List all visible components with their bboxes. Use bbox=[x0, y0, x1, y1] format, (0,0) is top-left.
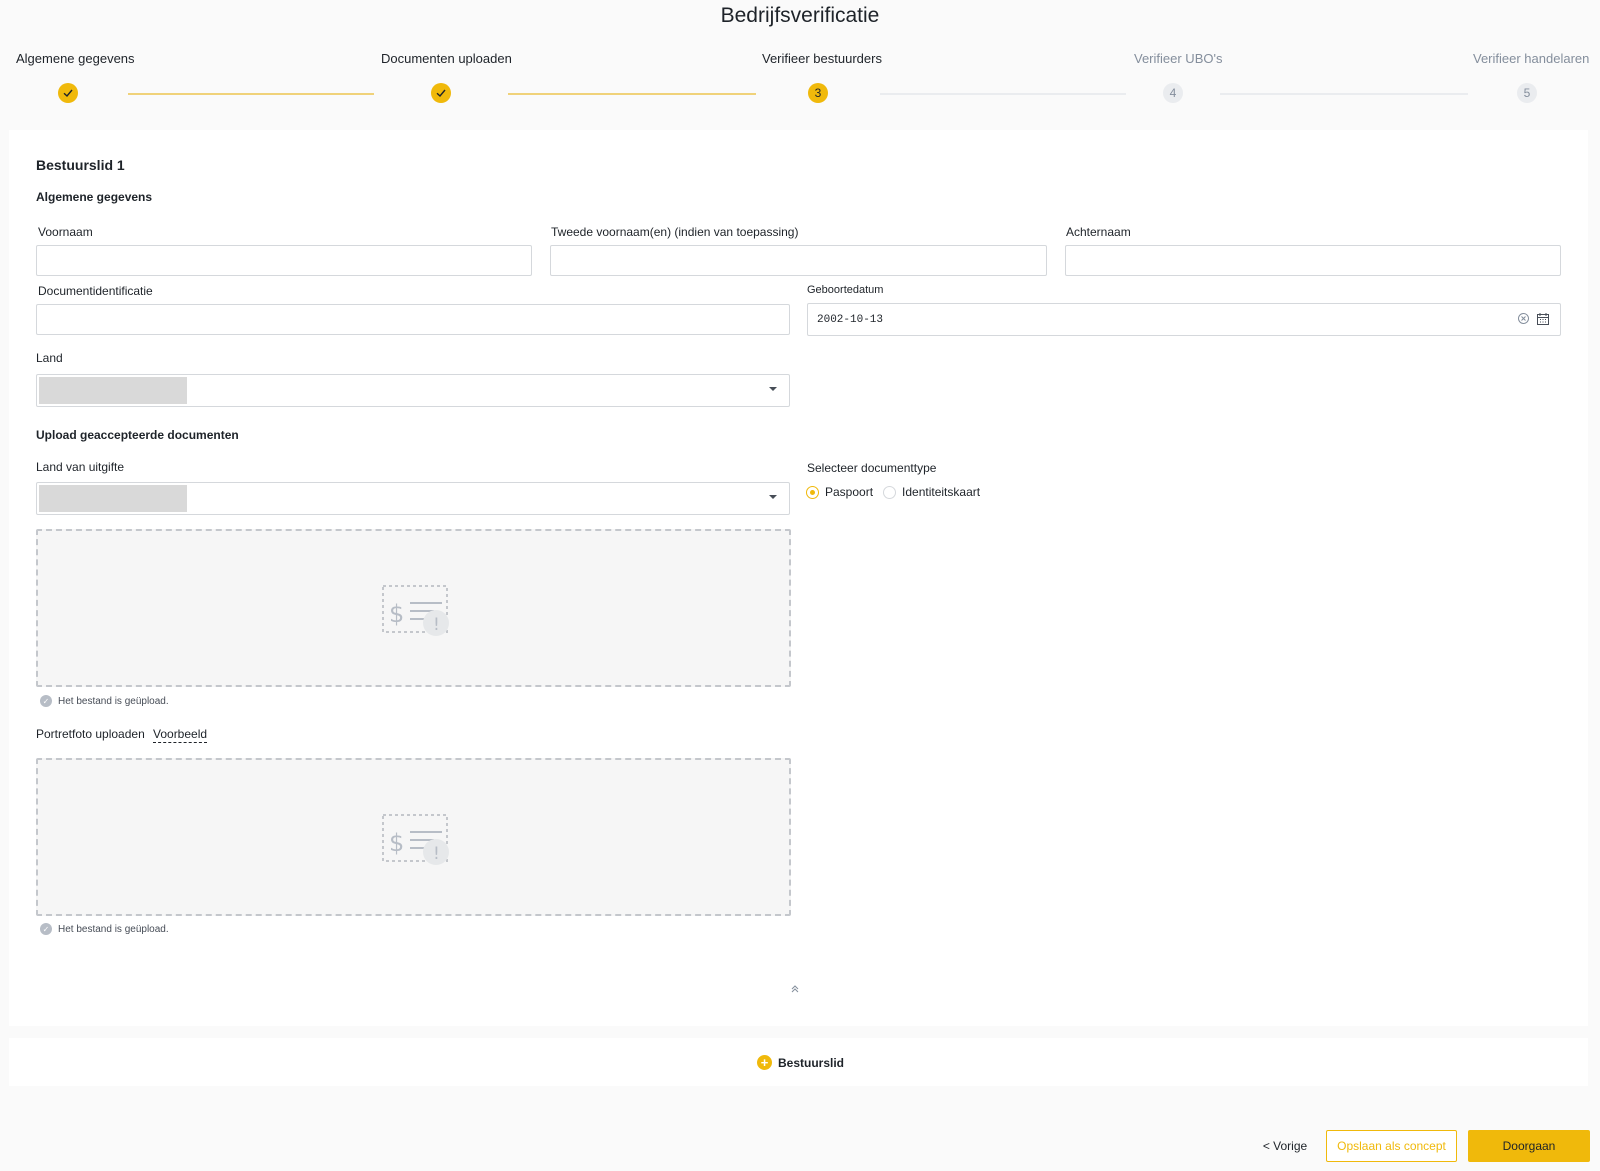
first-name-input[interactable] bbox=[36, 245, 532, 276]
svg-text:!: ! bbox=[433, 844, 440, 864]
first-name-label: Voornaam bbox=[38, 225, 93, 239]
radio-id-card-indicator[interactable] bbox=[883, 485, 897, 499]
member-title: Bestuurslid 1 bbox=[36, 157, 125, 173]
step-5-badge: 5 bbox=[1517, 83, 1537, 103]
step-4-badge: 4 bbox=[1163, 83, 1183, 103]
birth-date-label: Geboortedatum bbox=[807, 284, 884, 296]
step-label-directors: Verifieer bestuurders bbox=[762, 51, 882, 66]
country-select[interactable] bbox=[36, 374, 790, 407]
previous-button[interactable]: < Vorige bbox=[1258, 1130, 1312, 1162]
svg-text:$: $ bbox=[389, 600, 404, 628]
document-upload-status: ✓ Het bestand is geüpload. bbox=[40, 695, 169, 707]
calendar-icon[interactable] bbox=[1536, 312, 1550, 330]
step-connector-4 bbox=[1220, 93, 1468, 95]
add-member-button[interactable]: + Bestuurslid bbox=[757, 1055, 844, 1070]
birth-date-input[interactable]: 2002-10-13 bbox=[807, 303, 1561, 336]
step-label-merchants: Verifieer handelaren bbox=[1473, 51, 1590, 66]
doc-type-radio-group: Paspoort Identiteitskaart bbox=[806, 485, 980, 499]
step-connector-3 bbox=[880, 93, 1126, 95]
issue-country-select[interactable] bbox=[36, 482, 790, 515]
example-link-text[interactable]: Voorbeeld bbox=[153, 727, 208, 743]
step-3-badge: 3 bbox=[808, 83, 828, 103]
document-upload-status-text: Het bestand is geüpload. bbox=[58, 695, 169, 707]
check-circle-icon: ✓ bbox=[40, 923, 52, 935]
birth-date-value: 2002-10-13 bbox=[817, 313, 884, 326]
chevron-down-icon bbox=[769, 387, 777, 391]
country-label: Land bbox=[36, 351, 63, 365]
general-section-title: Algemene gegevens bbox=[36, 190, 153, 204]
last-name-label: Achternaam bbox=[1066, 225, 1131, 239]
portrait-upload-dropzone[interactable]: $ ! bbox=[36, 758, 791, 916]
progress-stepper: Algemene gegevens Documenten uploaden Ve… bbox=[0, 0, 1600, 120]
middle-name-input[interactable] bbox=[550, 245, 1047, 276]
radio-passport-indicator[interactable] bbox=[806, 485, 819, 499]
radio-passport[interactable]: Paspoort bbox=[806, 485, 873, 499]
step-label-ubo: Verifieer UBO's bbox=[1134, 51, 1223, 66]
svg-text:!: ! bbox=[433, 615, 440, 635]
step-label-documents: Documenten uploaden bbox=[381, 51, 512, 66]
document-id-input[interactable] bbox=[36, 304, 790, 335]
portrait-upload-status-text: Het bestand is geüpload. bbox=[58, 923, 169, 935]
upload-section-title: Upload geaccepteerde documenten bbox=[36, 428, 239, 442]
continue-button[interactable]: Doorgaan bbox=[1468, 1130, 1590, 1162]
step-2-check-icon bbox=[431, 83, 451, 103]
step-connector-1 bbox=[128, 93, 374, 95]
save-draft-button[interactable]: Opslaan als concept bbox=[1326, 1130, 1457, 1162]
radio-passport-label: Paspoort bbox=[825, 485, 874, 499]
svg-text:$: $ bbox=[389, 829, 404, 857]
clear-icon[interactable] bbox=[1517, 312, 1530, 330]
check-circle-icon: ✓ bbox=[40, 695, 52, 707]
document-placeholder-icon: $ ! bbox=[382, 585, 450, 642]
portrait-upload-status: ✓ Het bestand is geüpload. bbox=[40, 923, 169, 935]
issue-country-label: Land van uitgifte bbox=[36, 460, 125, 474]
example-link[interactable]: Voorbeeld bbox=[153, 727, 208, 743]
step-label-general: Algemene gegevens bbox=[16, 51, 135, 66]
chevron-down-icon bbox=[769, 495, 777, 499]
collapse-up-icon[interactable] bbox=[790, 984, 800, 997]
portrait-placeholder-icon: $ ! bbox=[382, 814, 450, 871]
issue-country-select-value bbox=[39, 485, 187, 512]
last-name-input[interactable] bbox=[1065, 245, 1561, 276]
country-select-value bbox=[39, 377, 187, 404]
step-connector-2 bbox=[508, 93, 756, 95]
document-id-label: Documentidentificatie bbox=[38, 284, 153, 298]
step-1-check-icon bbox=[58, 83, 78, 103]
radio-id-card-label: Identiteitskaart bbox=[902, 485, 981, 499]
portrait-label: Portretfoto uploaden bbox=[36, 727, 145, 741]
plus-icon: + bbox=[757, 1055, 772, 1070]
radio-id-card[interactable]: Identiteitskaart bbox=[883, 485, 980, 499]
middle-name-label: Tweede voornaam(en) (indien van toepassi… bbox=[551, 225, 799, 239]
doc-type-label: Selecteer documenttype bbox=[807, 461, 937, 475]
add-member-label: Bestuurslid bbox=[778, 1055, 845, 1070]
document-upload-dropzone[interactable]: $ ! bbox=[36, 529, 791, 687]
